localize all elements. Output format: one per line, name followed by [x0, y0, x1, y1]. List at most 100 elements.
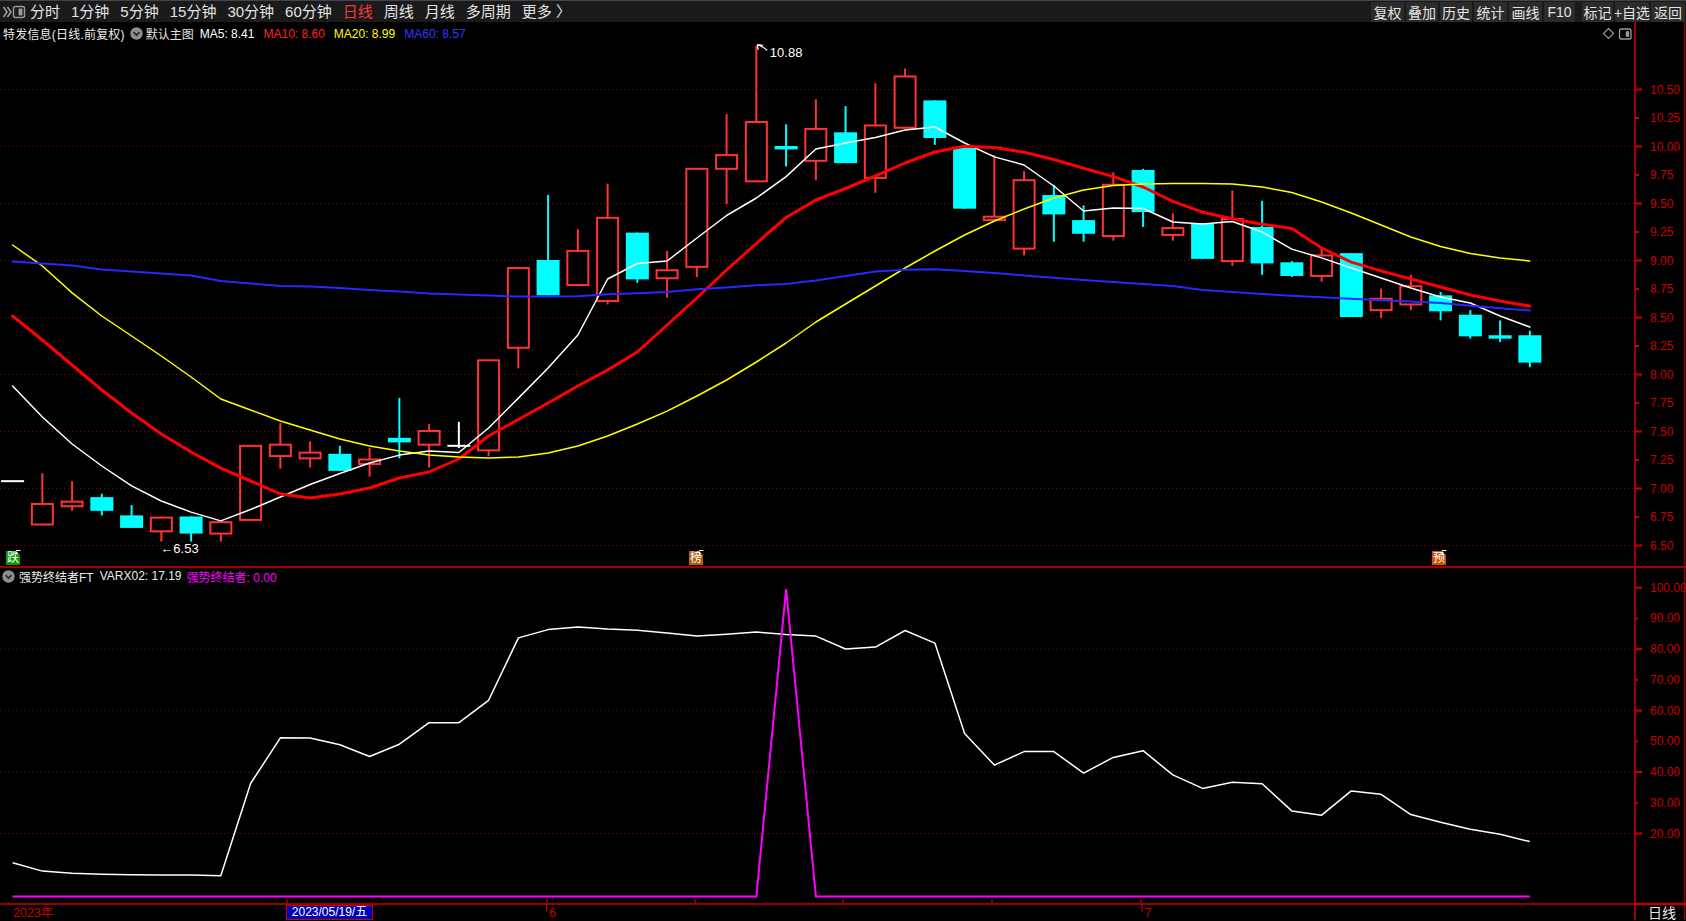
candle: [597, 184, 618, 305]
menu-item-9[interactable]: 月线: [425, 1, 455, 22]
collapse-panel-icon[interactable]: [0, 1, 28, 23]
menu-item-8[interactable]: 周线: [384, 1, 414, 22]
menu-item-4[interactable]: 15分钟: [170, 1, 217, 22]
menu-item-10[interactable]: 多周期: [466, 1, 511, 22]
chevron-down-icon[interactable]: [130, 27, 143, 40]
candle: [1518, 331, 1541, 367]
price-axis-label: 8.50: [1650, 311, 1674, 325]
toolbar-button-7[interactable]: 标记: [1582, 2, 1613, 22]
candle: [1222, 190, 1243, 265]
toolbar-button-5[interactable]: 画线: [1509, 2, 1542, 22]
candle: [1489, 320, 1512, 342]
chevron-down-icon[interactable]: [2, 570, 15, 583]
candle: [62, 481, 83, 511]
menu-item-7[interactable]: 日线: [343, 1, 373, 22]
toolbar-button-3[interactable]: 历史: [1440, 2, 1472, 22]
candle: [567, 229, 588, 285]
toolbar-button-8[interactable]: +自选: [1615, 2, 1649, 22]
candle: [923, 100, 946, 144]
candle: [120, 505, 143, 528]
menubar: 分时 1分钟 5分钟 15分钟 30分钟 60分钟日线周线月线多周期更多 〉 复权叠加历史…: [0, 0, 1686, 22]
split-panel-icon-fill: [1626, 31, 1629, 37]
event-flag-预[interactable]: 预: [1432, 551, 1446, 565]
main-chart-header: 特发信息(日线.前复权) 默认主图 MA5: 8.41MA10: 8.60MA2…: [3, 25, 475, 42]
indicator-axis-label: 90.00: [1650, 611, 1680, 625]
menu-item-2[interactable]: 1分钟: [71, 1, 109, 22]
indicator-axis-label: 100.00: [1650, 581, 1686, 595]
candle: [90, 494, 113, 516]
price-axis-label: 10.25: [1650, 111, 1680, 125]
indicator-axis-label: 60.00: [1650, 704, 1680, 718]
menu-item-5[interactable]: 30分钟: [227, 1, 274, 22]
price-axis-label: 8.25: [1650, 339, 1674, 353]
candle: [1132, 169, 1155, 227]
price-axis-label: 9.25: [1650, 225, 1674, 239]
candle: [953, 147, 976, 209]
price-axis-label: 8.00: [1650, 368, 1674, 382]
toolbar-button-9[interactable]: 返回: [1651, 2, 1685, 22]
indicator-axis-label: 30.00: [1650, 796, 1680, 810]
event-flag-跌[interactable]: 跌: [6, 551, 20, 565]
candle: [300, 441, 321, 467]
period-label[interactable]: 日线: [1648, 905, 1676, 921]
menu-item-6[interactable]: 60分钟: [285, 1, 332, 22]
candle: [1162, 213, 1183, 240]
ma-readout-MA5: MA5: 8.41: [200, 27, 255, 41]
price-axis-label: 10.00: [1650, 140, 1680, 154]
menu-item-11[interactable]: 更多 〉: [522, 1, 571, 22]
menu-item-3[interactable]: 5分钟: [120, 1, 158, 22]
ma-readout-MA60: MA60: 8.57: [404, 27, 465, 41]
candle: [210, 522, 231, 541]
price-axis-label: 9.50: [1650, 197, 1674, 211]
candle: [1280, 261, 1303, 277]
candle: [419, 424, 440, 467]
menu-item-1[interactable]: 分时: [30, 1, 60, 22]
toolbar-button-6[interactable]: F10: [1544, 2, 1575, 22]
candle: [508, 268, 529, 368]
candle: [180, 517, 203, 542]
toolbar-button-1[interactable]: 复权: [1371, 2, 1404, 22]
candle: [686, 169, 707, 277]
candle: [1251, 201, 1274, 275]
ma-readout-MA20: MA20: 8.99: [334, 27, 395, 41]
split-panel-icon[interactable]: [1620, 29, 1632, 39]
candle: [805, 99, 826, 180]
price-axis-label: 8.75: [1650, 282, 1674, 296]
candle: [1191, 224, 1214, 259]
stock-title[interactable]: 特发信息(日线.前复权): [3, 25, 125, 42]
chart-canvas[interactable]: 6.506.757.007.257.507.758.008.258.508.75…: [0, 0, 1686, 921]
toolbar-button-2[interactable]: 叠加: [1406, 2, 1438, 22]
candle: [834, 106, 857, 163]
indicator-name[interactable]: 强势终结者FT: [19, 568, 94, 585]
candle: [775, 124, 798, 166]
candle: [328, 446, 351, 471]
indicator-axis-label: 50.00: [1650, 734, 1680, 748]
indicator-series2-readout: 强势终结者: 0.00: [187, 568, 277, 585]
price-axis-label: 7.50: [1650, 425, 1674, 439]
candle: [1371, 289, 1392, 319]
indicator-axis-label: 40.00: [1650, 765, 1680, 779]
candle: [716, 114, 737, 204]
candle: [447, 422, 470, 448]
toolbar-menu: 复权叠加历史统计画线F10 标记+自选返回: [1369, 2, 1685, 22]
candle: [746, 46, 767, 182]
price-axis-label: 6.75: [1650, 510, 1674, 524]
period-menu: 分时 1分钟 5分钟 15分钟 30分钟 60分钟日线周线月线多周期更多 〉: [28, 1, 571, 23]
candle: [32, 473, 53, 524]
candle: [1459, 310, 1482, 339]
candle: [984, 155, 1005, 220]
candle: [270, 423, 291, 469]
indicator-axis-label: 80.00: [1650, 642, 1680, 656]
low-annotation-label: ←6.53: [160, 541, 198, 556]
selected-date-label[interactable]: 2023/05/19/五: [286, 905, 373, 920]
indicator-line-terminator: [13, 589, 1530, 896]
candle: [1103, 172, 1124, 240]
indicator-axis-label: 20.00: [1650, 827, 1680, 841]
main-overlay-label[interactable]: 默认主图: [146, 25, 194, 42]
diamond-icon[interactable]: [1604, 29, 1614, 39]
event-flag-榜[interactable]: 榜: [689, 551, 703, 565]
toolbar-button-4[interactable]: 统计: [1474, 2, 1507, 22]
candle: [1311, 249, 1332, 282]
candle: [151, 517, 172, 542]
price-axis-label: 9.00: [1650, 254, 1674, 268]
